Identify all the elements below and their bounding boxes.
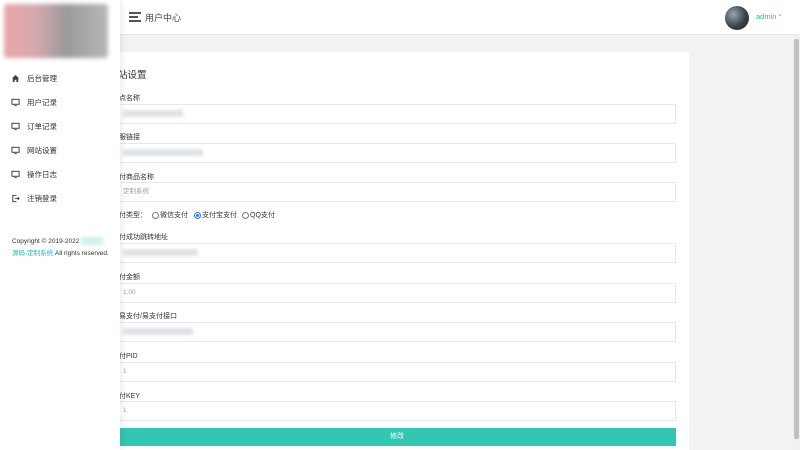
sidebar-item-admin[interactable]: 后台管理 <box>0 66 120 90</box>
copyright-suffix: All rights reserved. <box>53 250 109 257</box>
monitor-icon <box>10 145 20 155</box>
radio-alipay[interactable]: 支付宝支付 <box>194 210 237 220</box>
radio-label: 支付宝支付 <box>202 212 237 219</box>
amount-label: 付金额 <box>119 274 140 281</box>
radio-label: QQ支付 <box>250 212 275 219</box>
redirect-url-input[interactable] <box>118 243 676 263</box>
scrollbar[interactable] <box>793 35 800 450</box>
pay-type-row: 付类型： 微信支付 支付宝支付 QQ支付 <box>119 210 277 220</box>
epay-api-label: 易支付/易支付接口 <box>119 313 177 320</box>
amount-input[interactable]: 1.00 <box>118 283 676 303</box>
redirect-url-label: 付成功跳转地址 <box>119 234 168 241</box>
radio-label: 微信支付 <box>160 212 188 219</box>
radio-button[interactable] <box>152 211 159 219</box>
home-icon <box>10 73 20 83</box>
user-menu-name[interactable]: admin <box>756 12 776 21</box>
logo <box>4 4 108 58</box>
product-name-label: 付商品名称 <box>119 174 154 181</box>
sidebar-item-logout[interactable]: 注销登录 <box>0 186 120 210</box>
header-title: 用户中心 <box>145 13 182 23</box>
product-name-input[interactable]: 定制系统 <box>118 182 676 202</box>
sidebar-nav: 后台管理 用户记录 订单记录 网站设置 操作日志 注销登录 <box>0 66 120 210</box>
top-header: 用户中心 admin ⌄ <box>0 0 800 35</box>
service-link-input[interactable] <box>118 143 676 163</box>
copyright-link[interactable]: 源码-定制系统 <box>12 250 53 257</box>
sidebar-item-orders[interactable]: 订单记录 <box>0 114 120 138</box>
sidebar-item-label: 后台管理 <box>27 73 57 83</box>
chevron-down-icon[interactable]: ⌄ <box>777 10 783 18</box>
pid-input[interactable]: 1 <box>118 362 676 382</box>
radio-button[interactable] <box>194 211 201 219</box>
sidebar: 后台管理 用户记录 订单记录 网站设置 操作日志 注销登录 Copyright … <box>0 0 120 450</box>
logout-icon <box>10 193 20 203</box>
sidebar-item-logs[interactable]: 操作日志 <box>0 162 120 186</box>
sidebar-item-label: 订单记录 <box>27 121 57 131</box>
epay-api-input[interactable] <box>118 322 676 342</box>
avatar[interactable] <box>725 6 749 30</box>
radio-qq-pay[interactable]: QQ支付 <box>242 210 275 220</box>
radio-button[interactable] <box>242 211 249 219</box>
sidebar-item-users[interactable]: 用户记录 <box>0 90 120 114</box>
key-input[interactable]: 1 <box>118 401 676 421</box>
pid-label: 付PID <box>119 353 138 360</box>
copyright: Copyright © 2019-2022 源码-定制系统 All rights… <box>12 236 112 260</box>
sidebar-item-label: 操作日志 <box>27 169 57 179</box>
sidebar-item-label: 注销登录 <box>27 193 57 203</box>
sidebar-item-site-settings[interactable]: 网站设置 <box>0 138 120 162</box>
monitor-icon <box>10 97 20 107</box>
page-title: 站设置 <box>118 70 147 81</box>
sidebar-item-label: 用户记录 <box>27 97 57 107</box>
submit-button[interactable]: 修改 <box>118 428 676 446</box>
monitor-icon <box>10 169 20 179</box>
scroll-thumb[interactable] <box>794 39 799 439</box>
radio-wechat-pay[interactable]: 微信支付 <box>152 210 188 220</box>
monitor-icon <box>10 121 20 131</box>
service-link-label: 服链接 <box>119 134 140 141</box>
site-name-label: 点名称 <box>119 95 140 102</box>
copyright-prefix: Copyright © 2019-2022 <box>12 238 80 245</box>
pay-type-label: 付类型： <box>119 212 147 219</box>
settings-card: 站设置 点名称 服链接 付商品名称 定制系统 付类型： 微信支付 支付宝支付 Q… <box>110 52 689 450</box>
key-label: 付KEY <box>119 393 141 400</box>
sidebar-item-label: 网站设置 <box>27 145 57 155</box>
site-name-input[interactable] <box>118 104 676 124</box>
blurred-text <box>81 237 104 246</box>
menu-toggle-icon[interactable] <box>129 12 141 22</box>
